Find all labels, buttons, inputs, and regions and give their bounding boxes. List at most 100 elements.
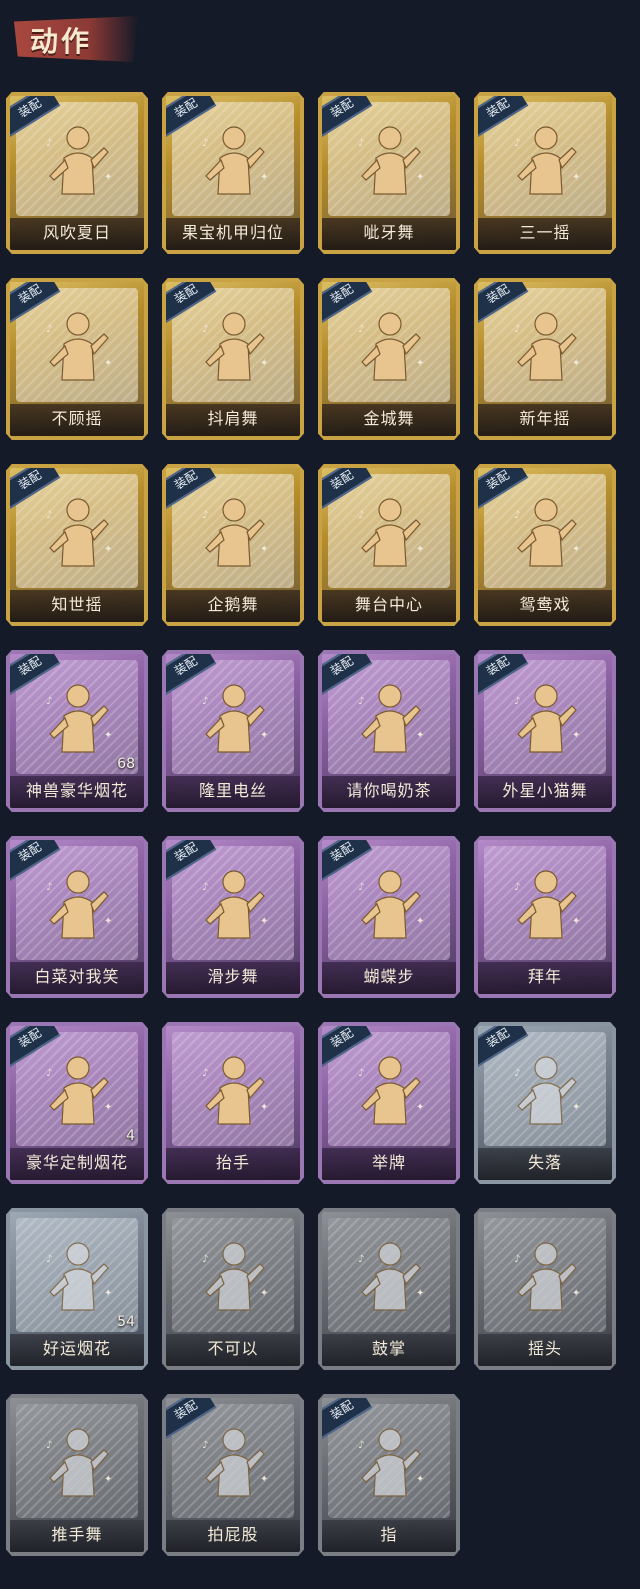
action-card[interactable]: ♪ ✦ 风吹夏日 装配 [6, 92, 148, 254]
item-count: 4 [126, 1128, 135, 1144]
action-card[interactable]: ♪ ✦ 68 神兽豪华烟花 装配 [6, 650, 148, 812]
action-name: 拍屁股 [207, 1525, 259, 1544]
action-name: 举牌 [371, 1153, 406, 1172]
fireworks-box-icon: ♪ ✦ [38, 1048, 118, 1138]
svg-text:✦: ✦ [416, 172, 424, 183]
action-card[interactable]: ♪ ✦ 指装配 [318, 1394, 460, 1556]
action-name: 新年摇 [519, 409, 571, 428]
action-name: 外星小猫舞 [502, 781, 588, 800]
figure-dance-icon: ♪ ✦ [350, 118, 430, 208]
svg-text:✦: ✦ [416, 1288, 424, 1299]
action-card[interactable]: ♪ ✦ 白菜对我笑 装配 [6, 836, 148, 998]
action-card[interactable]: ♪ ✦ 呲牙舞 装配 [318, 92, 460, 254]
item-count: 68 [117, 756, 135, 772]
action-name: 金城舞 [363, 409, 415, 428]
svg-text:✦: ✦ [104, 730, 112, 741]
svg-text:♪: ♪ [46, 1068, 52, 1079]
action-card[interactable]: ♪ ✦ 拜年 [474, 836, 616, 998]
svg-text:♪: ♪ [358, 1068, 364, 1079]
svg-text:✦: ✦ [416, 358, 424, 369]
figure-newyear-icon: ♪ ✦ [506, 304, 586, 394]
action-card[interactable]: ♪ ✦ 隆里电丝 装配 [162, 650, 304, 812]
action-name: 蝴蝶步 [363, 967, 415, 986]
svg-text:✦: ✦ [572, 916, 580, 927]
action-card[interactable]: ♪ ✦ 拍屁股 装配 [162, 1394, 304, 1556]
figure-sway-icon: ♪ ✦ [38, 490, 118, 580]
action-card[interactable]: ♪ ✦ 果宝机甲归位 装配 [162, 92, 304, 254]
svg-text:✦: ✦ [104, 544, 112, 555]
figure-bow-icon: ♪ ✦ [506, 862, 586, 952]
action-name: 抬手 [215, 1153, 250, 1172]
action-card[interactable]: ♪ ✦ 知世摇 装配 [6, 464, 148, 626]
action-card[interactable]: ♪ ✦ 新年摇 装配 [474, 278, 616, 440]
figure-wave-icon: ♪ ✦ [350, 304, 430, 394]
svg-text:✦: ✦ [104, 172, 112, 183]
item-count: 54 [117, 1314, 135, 1330]
figure-raise-hand-icon: ♪ ✦ [194, 1048, 274, 1138]
svg-text:✦: ✦ [104, 1102, 112, 1113]
figure-duet-icon: ♪ ✦ [506, 490, 586, 580]
action-name: 豪华定制烟花 [25, 1153, 128, 1172]
svg-text:✦: ✦ [572, 1102, 580, 1113]
figure-push-icon: ♪ ✦ [38, 1420, 118, 1510]
action-card[interactable]: ♪ ✦ 鸳鸯戏 装配 [474, 464, 616, 626]
svg-text:✦: ✦ [260, 1474, 268, 1485]
svg-text:♪: ♪ [358, 1254, 364, 1265]
svg-text:✦: ✦ [572, 172, 580, 183]
action-card[interactable]: ♪ ✦ 请你喝奶茶 装配 [318, 650, 460, 812]
svg-text:♪: ♪ [514, 696, 520, 707]
action-card[interactable]: ♪ ✦ 54 好运烟花 [6, 1208, 148, 1370]
action-name: 摇头 [527, 1339, 562, 1358]
action-card[interactable]: ♪ ✦ 摇头 [474, 1208, 616, 1370]
action-card[interactable]: ♪ ✦ 企鹅舞 装配 [162, 464, 304, 626]
figure-point-up-icon: ♪ ✦ [194, 676, 274, 766]
svg-text:✦: ✦ [572, 1288, 580, 1299]
action-name: 拜年 [527, 967, 562, 986]
action-name: 风吹夏日 [42, 223, 111, 242]
action-card[interactable]: ♪ ✦ 不顾摇 装配 [6, 278, 148, 440]
action-name: 神兽豪华烟花 [25, 781, 128, 800]
figure-shake-head-icon: ♪ ✦ [506, 1234, 586, 1324]
action-card[interactable]: ♪ ✦ 抬手 [162, 1022, 304, 1184]
action-card[interactable]: ♪ ✦ 滑步舞 装配 [162, 836, 304, 998]
figure-penguin-icon: ♪ ✦ [194, 490, 274, 580]
svg-text:✦: ✦ [416, 916, 424, 927]
action-card[interactable]: ♪ ✦ 失落 装配 [474, 1022, 616, 1184]
action-card[interactable]: ♪ ✦ 鼓掌 [318, 1208, 460, 1370]
action-name: 失落 [527, 1153, 562, 1172]
figure-wind-icon: ♪ ✦ [38, 118, 118, 208]
svg-text:✦: ✦ [104, 1288, 112, 1299]
svg-text:✦: ✦ [260, 358, 268, 369]
svg-text:♪: ♪ [358, 510, 364, 521]
action-card[interactable]: ♪ ✦ 举牌 装配 [318, 1022, 460, 1184]
svg-text:✦: ✦ [416, 1102, 424, 1113]
svg-text:✦: ✦ [260, 1102, 268, 1113]
action-card[interactable]: ♪ ✦ 蝴蝶步 装配 [318, 836, 460, 998]
svg-text:♪: ♪ [46, 324, 52, 335]
svg-text:✦: ✦ [416, 544, 424, 555]
action-card[interactable]: ♪ ✦ 舞台中心 装配 [318, 464, 460, 626]
svg-text:✦: ✦ [572, 730, 580, 741]
svg-text:♪: ♪ [514, 510, 520, 521]
action-card[interactable]: ♪ ✦ 三一摇 装配 [474, 92, 616, 254]
figure-shake-icon: ♪ ✦ [506, 118, 586, 208]
action-name: 白菜对我笑 [34, 967, 120, 986]
action-card[interactable]: ♪ ✦ 抖肩舞 装配 [162, 278, 304, 440]
svg-text:♪: ♪ [202, 1254, 208, 1265]
action-card[interactable]: ♪ ✦ 4 豪华定制烟花 装配 [6, 1022, 148, 1184]
svg-text:✦: ✦ [572, 544, 580, 555]
action-card[interactable]: ♪ ✦ 金城舞 装配 [318, 278, 460, 440]
action-card[interactable]: ♪ ✦ 不可以 [162, 1208, 304, 1370]
action-card[interactable]: ♪ ✦ 外星小猫舞 装配 [474, 650, 616, 812]
action-name: 不可以 [207, 1339, 259, 1358]
figure-pat-icon: ♪ ✦ [194, 1420, 274, 1510]
figure-shoulder-icon: ♪ ✦ [194, 304, 274, 394]
clap-icon: ♪ ✦ [350, 1234, 430, 1324]
svg-text:♪: ♪ [514, 1068, 520, 1079]
svg-text:♪: ♪ [202, 138, 208, 149]
svg-text:✦: ✦ [104, 358, 112, 369]
figure-cross-arms-icon: ♪ ✦ [38, 862, 118, 952]
svg-text:✦: ✦ [260, 1288, 268, 1299]
svg-text:♪: ♪ [358, 882, 364, 893]
action-card[interactable]: ♪ ✦ 推手舞 [6, 1394, 148, 1556]
